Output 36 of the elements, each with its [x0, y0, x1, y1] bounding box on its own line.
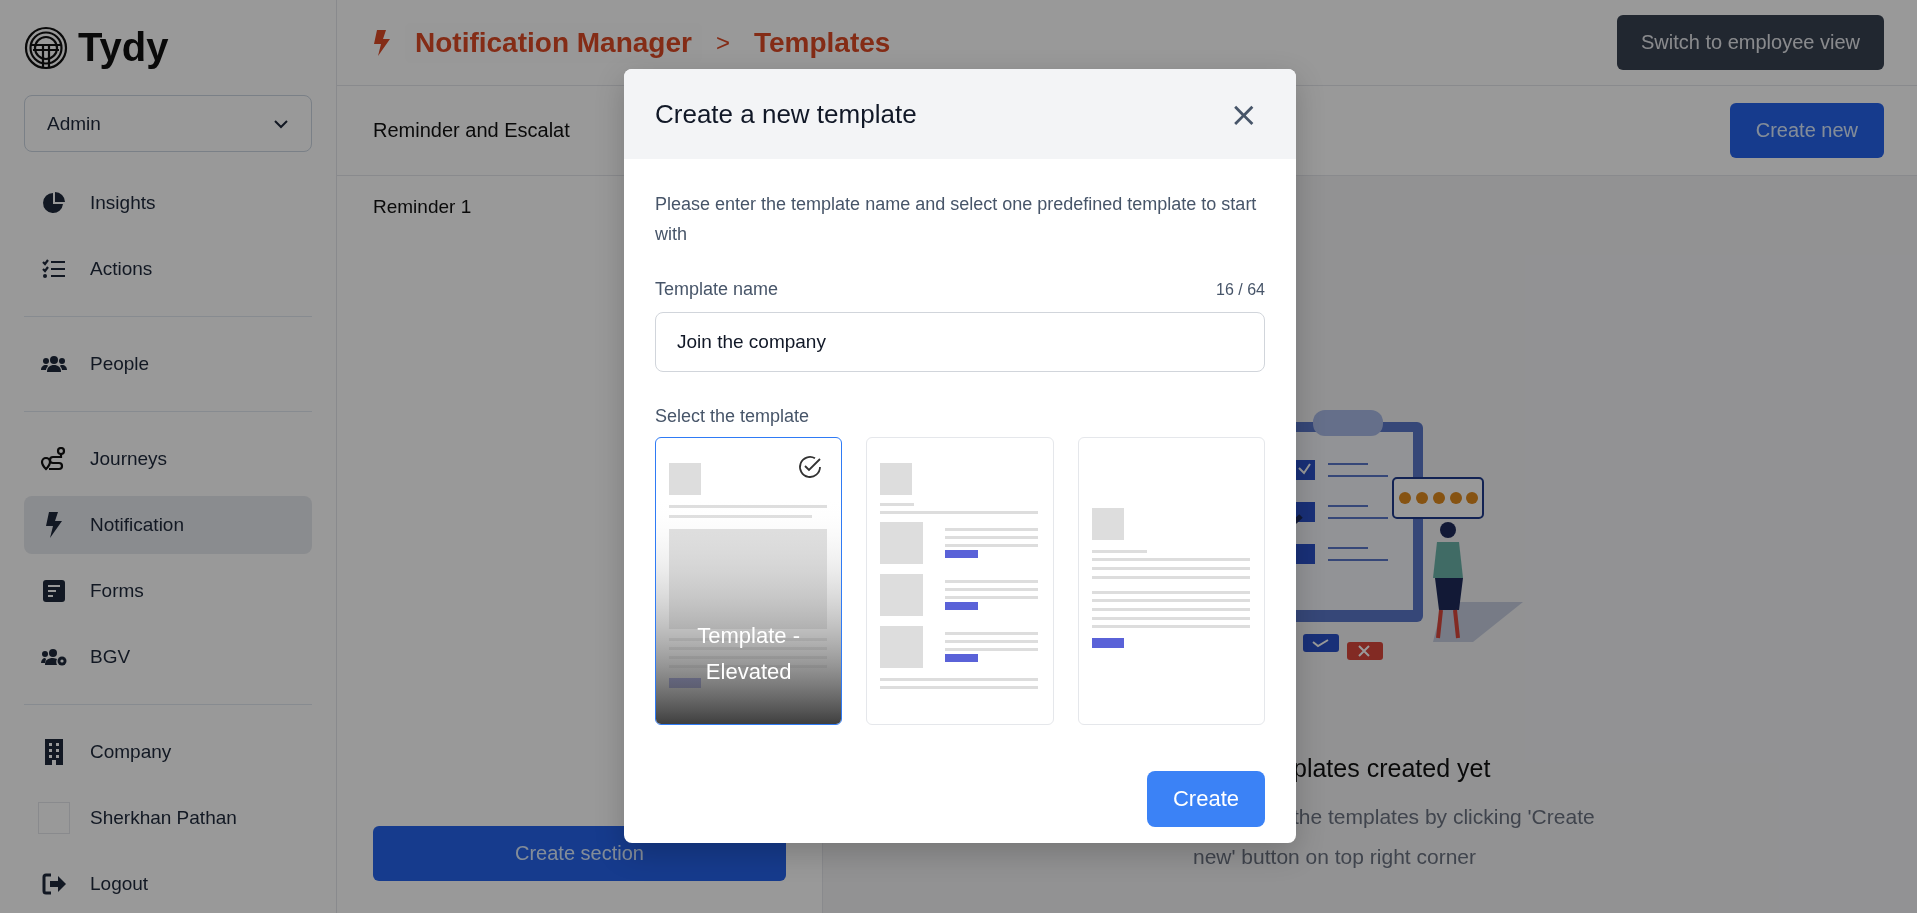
nav-item[interactable]: Forms — [24, 562, 312, 620]
dialog-description: Please enter the template name and select one predefined template to start with — [655, 193, 1258, 246]
close-button[interactable]: × — [1225, 97, 1262, 131]
nav-item[interactable]: Company — [24, 723, 312, 781]
nav-item[interactable]: Journeys — [24, 430, 312, 488]
breadcrumb-link[interactable]: Templates — [743, 22, 901, 63]
check-circle-icon — [797, 454, 824, 480]
chevron-down-icon — [273, 118, 289, 129]
create-button[interactable]: Create — [1146, 771, 1265, 827]
nav-item[interactable]: Sherkhan Pathan — [24, 789, 312, 847]
people-icon — [38, 355, 70, 373]
empty-state-title: plates created yet — [1293, 754, 1491, 783]
nav-item[interactable]: Logout — [24, 855, 312, 913]
field-label: Select the template — [655, 406, 811, 427]
template-name-label: Template - Elevated — [696, 622, 801, 686]
nav-item[interactable]: Notification — [24, 496, 312, 554]
section-item[interactable]: Reminder 1 — [373, 196, 472, 217]
template-card[interactable] — [1077, 437, 1265, 725]
logo-icon — [24, 25, 68, 70]
template-card[interactable]: Template - Elevated — [655, 437, 843, 725]
dialog-title: Create a new template — [655, 98, 917, 130]
template-card[interactable] — [866, 437, 1054, 725]
nav-item[interactable]: BGV — [24, 628, 312, 686]
nav-item[interactable]: Actions — [24, 240, 312, 298]
role-dropdown[interactable]: Admin — [24, 95, 312, 152]
lightning-bolt-icon — [373, 29, 391, 56]
section-title: Reminder and Escalat — [373, 119, 570, 142]
logo-text: Tydy — [78, 25, 169, 71]
field-label: Template name — [655, 279, 779, 300]
nav-item[interactable]: Insights — [24, 174, 312, 232]
nav-item[interactable]: People — [24, 335, 312, 393]
breadcrumb-separator: > — [715, 28, 730, 57]
switch-view-button[interactable]: Switch to employee view — [1617, 15, 1884, 70]
empty-state-text: new' button on top right corner — [1193, 845, 1477, 869]
character-counter: 16 / 64 — [1216, 281, 1265, 299]
template-name-input[interactable]: Join the company — [655, 312, 1265, 372]
